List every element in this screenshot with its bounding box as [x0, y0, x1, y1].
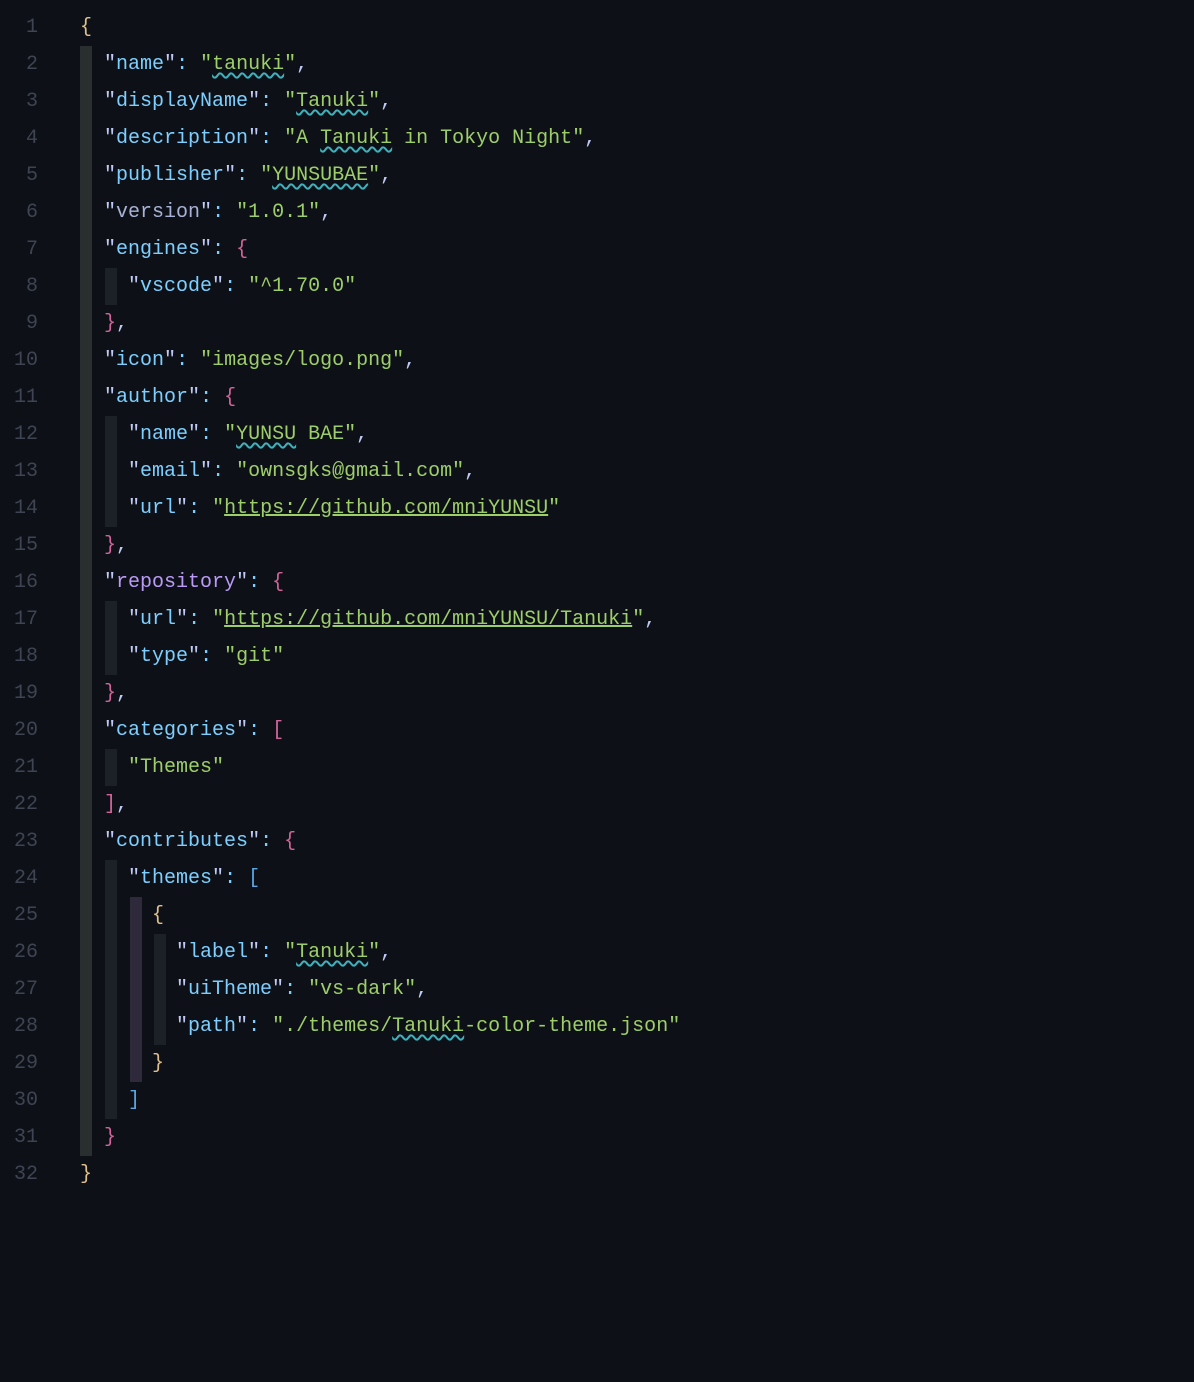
- code-line[interactable]: },: [80, 527, 1194, 564]
- line-number-gutter: 1234567891011121314151617181920212223242…: [0, 0, 50, 1382]
- line-number: 8: [0, 268, 38, 305]
- line-number: 32: [0, 1156, 38, 1193]
- code-line[interactable]: "publisher": "YUNSUBAE",: [80, 157, 1194, 194]
- code-line[interactable]: "label": "Tanuki",: [80, 934, 1194, 971]
- code-line[interactable]: "path": "./themes/Tanuki-color-theme.jso…: [80, 1008, 1194, 1045]
- code-line[interactable]: "url": "https://github.com/mniYUNSU/Tanu…: [80, 601, 1194, 638]
- code-line[interactable]: }: [80, 1045, 1194, 1082]
- line-number: 21: [0, 749, 38, 786]
- line-number: 23: [0, 823, 38, 860]
- code-line[interactable]: "vscode": "^1.70.0": [80, 268, 1194, 305]
- repo-url-link[interactable]: https://github.com/mniYUNSU/Tanuki: [224, 608, 632, 631]
- code-line[interactable]: "engines": {: [80, 231, 1194, 268]
- line-number: 20: [0, 712, 38, 749]
- code-line[interactable]: "icon": "images/logo.png",: [80, 342, 1194, 379]
- line-number: 11: [0, 379, 38, 416]
- line-number: 17: [0, 601, 38, 638]
- line-number: 15: [0, 527, 38, 564]
- line-number: 30: [0, 1082, 38, 1119]
- editor: 1234567891011121314151617181920212223242…: [0, 0, 1194, 1382]
- code-line[interactable]: "displayName": "Tanuki",: [80, 83, 1194, 120]
- line-number: 25: [0, 897, 38, 934]
- code-line[interactable]: "categories": [: [80, 712, 1194, 749]
- line-number: 4: [0, 120, 38, 157]
- code-line[interactable]: }: [80, 1156, 1194, 1193]
- code-line[interactable]: "version": "1.0.1",: [80, 194, 1194, 231]
- line-number: 12: [0, 416, 38, 453]
- line-number: 16: [0, 564, 38, 601]
- code-line[interactable]: "author": {: [80, 379, 1194, 416]
- code-line[interactable]: ],: [80, 786, 1194, 823]
- line-number: 10: [0, 342, 38, 379]
- line-number: 27: [0, 971, 38, 1008]
- code-line[interactable]: "url": "https://github.com/mniYUNSU": [80, 490, 1194, 527]
- line-number: 28: [0, 1008, 38, 1045]
- code-line[interactable]: "uiTheme": "vs-dark",: [80, 971, 1194, 1008]
- line-number: 22: [0, 786, 38, 823]
- code-line[interactable]: ]: [80, 1082, 1194, 1119]
- line-number: 26: [0, 934, 38, 971]
- line-number: 6: [0, 194, 38, 231]
- line-number: 1: [0, 9, 38, 46]
- code-line[interactable]: "name": "YUNSU BAE",: [80, 416, 1194, 453]
- code-line[interactable]: "name": "tanuki",: [80, 46, 1194, 83]
- line-number: 9: [0, 305, 38, 342]
- line-number: 18: [0, 638, 38, 675]
- code-line[interactable]: }: [80, 1119, 1194, 1156]
- line-number: 13: [0, 453, 38, 490]
- line-number: 5: [0, 157, 38, 194]
- code-line[interactable]: "email": "ownsgks@gmail.com",: [80, 453, 1194, 490]
- code-line[interactable]: {: [80, 897, 1194, 934]
- line-number: 31: [0, 1119, 38, 1156]
- line-number: 3: [0, 83, 38, 120]
- code-line[interactable]: "themes": [: [80, 860, 1194, 897]
- line-number: 2: [0, 46, 38, 83]
- line-number: 19: [0, 675, 38, 712]
- author-url-link[interactable]: https://github.com/mniYUNSU: [224, 497, 548, 520]
- code-line[interactable]: "type": "git": [80, 638, 1194, 675]
- code-line[interactable]: "contributes": {: [80, 823, 1194, 860]
- code-area[interactable]: { "name": "tanuki", "displayName": "Tanu…: [50, 0, 1194, 1382]
- code-line[interactable]: "repository": {: [80, 564, 1194, 601]
- code-line[interactable]: "description": "A Tanuki in Tokyo Night"…: [80, 120, 1194, 157]
- code-line[interactable]: {: [80, 9, 1194, 46]
- code-line[interactable]: },: [80, 305, 1194, 342]
- line-number: 29: [0, 1045, 38, 1082]
- line-number: 24: [0, 860, 38, 897]
- line-number: 7: [0, 231, 38, 268]
- line-number: 14: [0, 490, 38, 527]
- code-line[interactable]: "Themes": [80, 749, 1194, 786]
- code-line[interactable]: },: [80, 675, 1194, 712]
